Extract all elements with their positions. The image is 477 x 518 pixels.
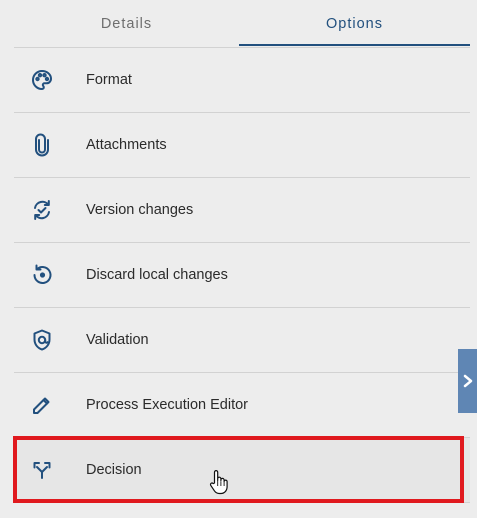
option-format[interactable]: Format <box>14 48 470 113</box>
expand-panel-tab[interactable] <box>458 349 477 413</box>
tab-options[interactable]: Options <box>239 0 470 47</box>
option-label: Decision <box>86 462 142 478</box>
chevron-right-icon <box>463 374 472 388</box>
options-panel: Details Options Format Attachments Versi… <box>14 0 470 518</box>
version-sync-icon <box>29 197 55 223</box>
option-label: Version changes <box>86 202 194 218</box>
tab-bar: Details Options <box>14 0 470 48</box>
option-version-changes[interactable]: Version changes <box>14 178 470 243</box>
option-label: Format <box>86 72 132 88</box>
paperclip-icon <box>29 132 55 158</box>
active-tab-indicator <box>239 44 470 46</box>
option-decision[interactable]: Decision <box>14 438 470 503</box>
option-validation[interactable]: Validation <box>14 308 470 373</box>
restore-icon <box>29 262 55 288</box>
merge-arrows-icon <box>29 457 55 483</box>
option-discard-local-changes[interactable]: Discard local changes <box>14 243 470 308</box>
option-attachments[interactable]: Attachments <box>14 113 470 178</box>
option-label: Process Execution Editor <box>86 397 248 413</box>
hand-pointer-icon <box>209 470 228 495</box>
tab-details[interactable]: Details <box>14 0 239 47</box>
options-list: Format Attachments Version changes Disca… <box>14 48 470 503</box>
palette-icon <box>29 67 55 93</box>
option-label: Attachments <box>86 137 167 153</box>
pencil-icon <box>29 392 55 418</box>
option-process-execution-editor[interactable]: Process Execution Editor <box>14 373 470 438</box>
shield-check-icon <box>29 327 55 353</box>
option-label: Discard local changes <box>86 267 228 283</box>
option-label: Validation <box>86 332 149 348</box>
